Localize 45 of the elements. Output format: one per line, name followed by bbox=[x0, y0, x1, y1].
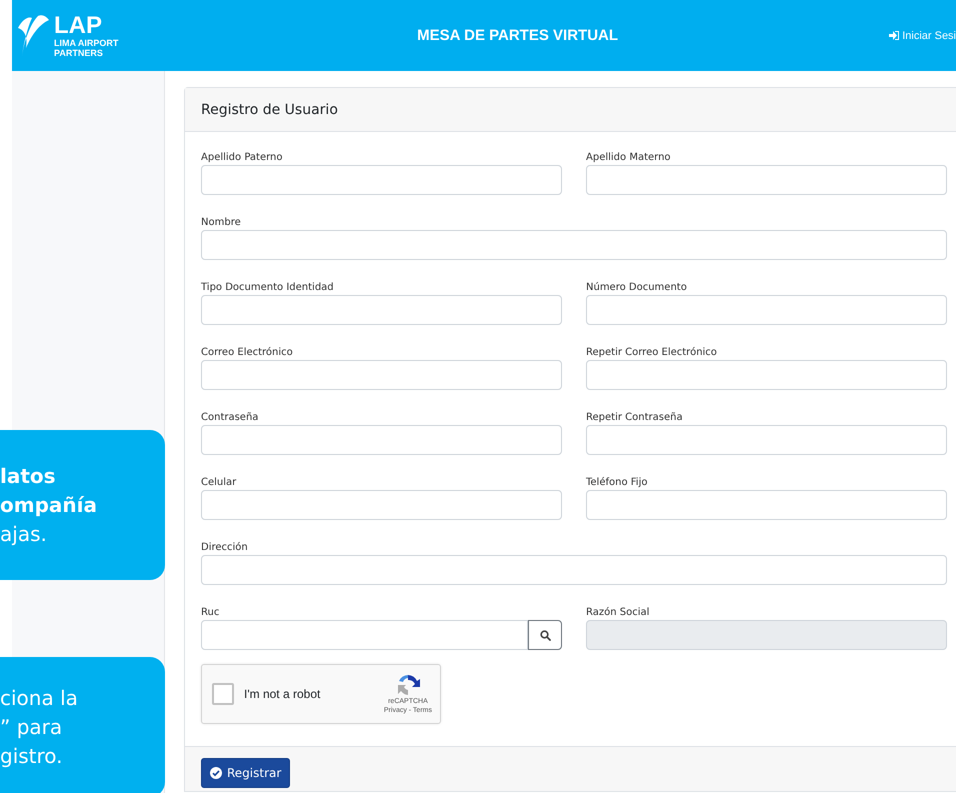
field-label: Razón Social bbox=[586, 606, 650, 620]
logo-subtitle: LIMA AIRPORT bbox=[54, 38, 118, 48]
field-label: Nombre bbox=[201, 216, 242, 230]
field-label: Repetir Correo Electrónico bbox=[586, 346, 718, 360]
field-label: Teléfono Fijo bbox=[586, 476, 648, 490]
field-label: Dirección bbox=[201, 541, 249, 555]
input-field[interactable] bbox=[201, 490, 562, 520]
input-field[interactable] bbox=[201, 230, 947, 260]
input-field[interactable] bbox=[201, 360, 562, 390]
field-label: Tipo Documento Identidad bbox=[201, 281, 335, 295]
field-label: Ruc bbox=[201, 606, 220, 620]
captcha-label: I'm not a robot bbox=[244, 687, 322, 701]
input-field[interactable] bbox=[201, 425, 562, 455]
check-circle-icon bbox=[210, 767, 222, 779]
field-label: Apellido Materno bbox=[586, 151, 672, 165]
input-field[interactable] bbox=[586, 165, 947, 195]
input-field[interactable] bbox=[586, 360, 947, 390]
input-field[interactable] bbox=[586, 425, 947, 455]
input-field[interactable] bbox=[586, 490, 947, 520]
field-label: Celular bbox=[201, 476, 238, 490]
callout-text: ” para bbox=[0, 714, 64, 740]
page-title: MESA DE PARTES VIRTUAL bbox=[416, 27, 620, 44]
callout-text: ajas. bbox=[0, 520, 48, 548]
input-field[interactable] bbox=[201, 165, 562, 195]
field-label: Repetir Contraseña bbox=[586, 411, 684, 425]
callout-text: latos bbox=[0, 462, 57, 490]
callout-text: gistro. bbox=[0, 742, 64, 770]
input-field[interactable] bbox=[201, 620, 528, 650]
sign-in-icon bbox=[889, 31, 900, 40]
input-field[interactable] bbox=[201, 555, 947, 585]
field-label: Correo Electrónico bbox=[201, 346, 294, 360]
field-label: Contraseña bbox=[201, 411, 260, 425]
logo-name: LAP bbox=[54, 14, 103, 38]
search-button[interactable] bbox=[528, 620, 562, 650]
card-title: Registro de Usuario bbox=[201, 102, 338, 118]
register-button[interactable]: Registrar bbox=[201, 758, 290, 788]
input-field[interactable] bbox=[201, 295, 562, 325]
callout-text: ompañía bbox=[0, 492, 98, 518]
logo-subtitle: PARTNERS bbox=[54, 48, 104, 58]
field-label: Número Documento bbox=[586, 281, 688, 295]
callout-text: ciona la bbox=[0, 684, 79, 712]
search-icon bbox=[540, 630, 550, 640]
captcha-checkbox[interactable] bbox=[212, 683, 234, 705]
input-field[interactable] bbox=[586, 295, 947, 325]
field-label: Apellido Paterno bbox=[201, 151, 284, 165]
